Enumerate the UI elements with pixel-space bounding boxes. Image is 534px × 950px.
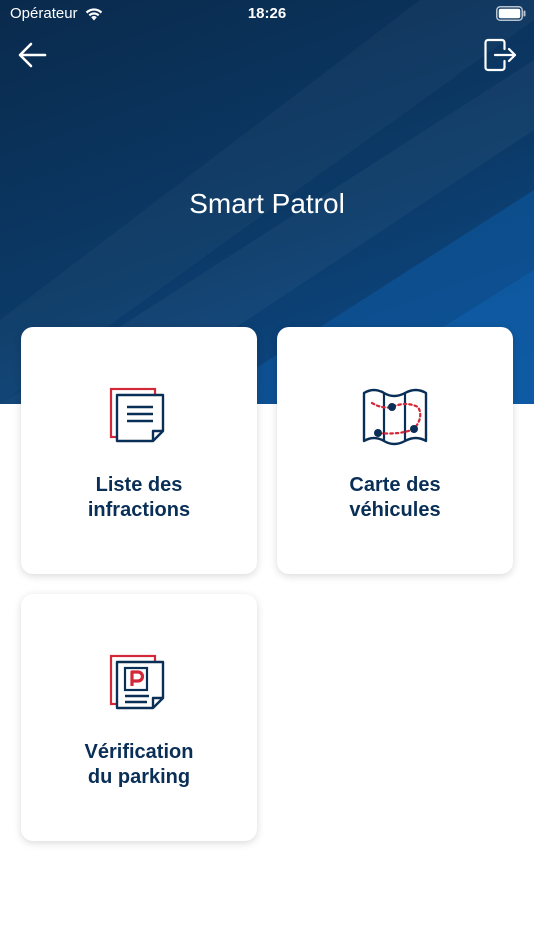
parking-ticket-icon [109, 654, 165, 710]
tile-label: Carte des véhicules [349, 474, 441, 521]
tile-label: Vérification du parking [84, 741, 194, 788]
infractions-list-tile[interactable]: Liste des infractions [21, 327, 257, 574]
logout-icon[interactable] [482, 37, 518, 73]
status-bar: Opérateur 18:26 [0, 0, 534, 30]
tile-label: Liste des infractions [87, 474, 191, 521]
route-map-icon [362, 388, 428, 446]
status-time: 18:26 [247, 5, 287, 22]
back-arrow-icon[interactable] [16, 40, 50, 70]
vehicles-map-tile[interactable]: Carte des véhicules [277, 327, 513, 574]
battery-icon [496, 6, 526, 21]
documents-icon [109, 387, 165, 443]
page-title: Smart Patrol [189, 188, 345, 219]
parking-verification-tile[interactable]: Vérification du parking [21, 594, 257, 841]
